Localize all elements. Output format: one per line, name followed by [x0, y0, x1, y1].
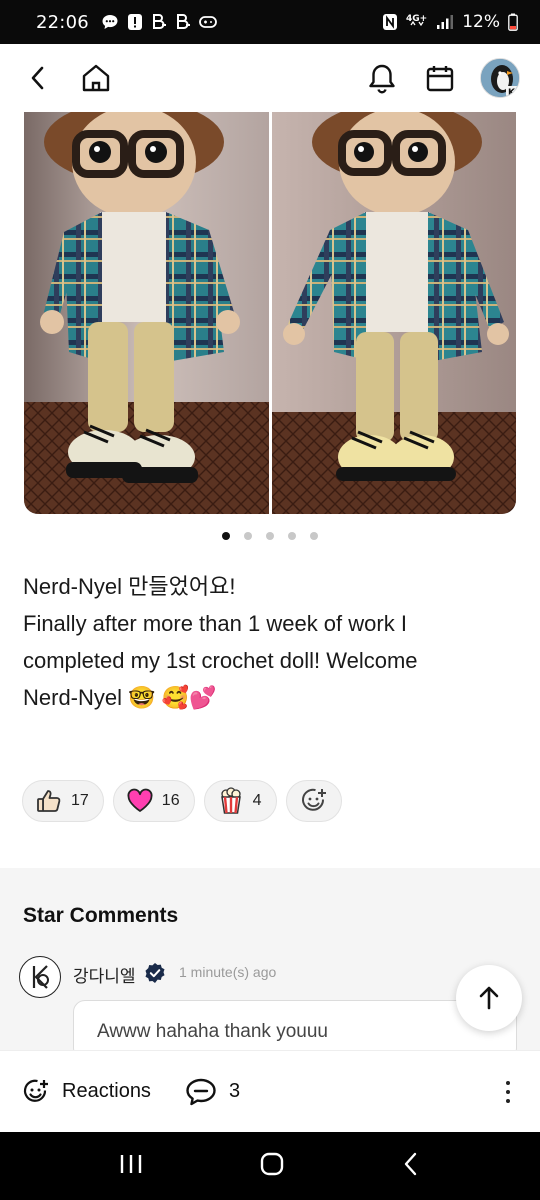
- status-time: 22:06: [36, 11, 89, 33]
- header-actions: K: [364, 58, 520, 98]
- more-options-button[interactable]: [498, 1080, 518, 1103]
- reaction-thumbs-up[interactable]: 17: [22, 780, 104, 822]
- status-right-icons: 4G+ 12%: [382, 12, 518, 32]
- k-logo-icon: [32, 965, 49, 989]
- recents-icon: [120, 1154, 141, 1173]
- battery-icon: [508, 13, 518, 31]
- pagination-dot[interactable]: [244, 532, 252, 540]
- add-reaction-button[interactable]: [285, 780, 342, 822]
- carousel-photo-1[interactable]: [24, 112, 269, 514]
- svg-text:K: K: [508, 88, 516, 98]
- scroll-to-top-button[interactable]: [456, 965, 522, 1031]
- home-nav-button[interactable]: [259, 1151, 285, 1182]
- signal-icon: [436, 14, 454, 30]
- system-nav-bar: [0, 1132, 540, 1200]
- back-nav-button[interactable]: [400, 1151, 422, 1182]
- comment-timestamp: 1 minute(s) ago: [179, 964, 277, 980]
- profile-avatar-image: K: [481, 59, 519, 98]
- heart-icon: [127, 788, 153, 812]
- home-circle-icon: [260, 1152, 284, 1175]
- pagination-dot[interactable]: [310, 532, 318, 540]
- reaction-count: 16: [161, 792, 180, 809]
- star-comments-section: Star Comments 강다니엘 1 minute(s) ago Awww …: [0, 868, 540, 1060]
- comment-avatar[interactable]: [19, 956, 61, 998]
- reactions-button[interactable]: Reactions: [22, 1078, 151, 1106]
- comment-count: 3: [228, 1080, 241, 1102]
- comment-author[interactable]: 강다니엘: [73, 962, 136, 987]
- pagination-dot[interactable]: [288, 532, 296, 540]
- reaction-popcorn[interactable]: 4: [203, 780, 277, 822]
- avatar[interactable]: K: [480, 58, 520, 98]
- back-icon: [31, 66, 44, 90]
- post-line-1: Nerd-Nyel 만들었어요!: [23, 574, 236, 599]
- b-app-icon: [175, 13, 191, 31]
- home-button[interactable]: [78, 60, 114, 96]
- post-line-2: Finally after more than 1 week of work I: [23, 611, 407, 636]
- reaction-heart[interactable]: 16: [112, 780, 195, 822]
- battery-percentage: 12%: [462, 12, 500, 32]
- home-icon: [82, 64, 110, 92]
- post-body: Nerd-Nyel 만들었어요! Finally after more than…: [23, 568, 523, 716]
- pagination-dot[interactable]: [266, 532, 274, 540]
- b-app-icon: [151, 13, 167, 31]
- reactions-label: Reactions: [62, 1080, 151, 1102]
- section-title: Star Comments: [23, 904, 179, 927]
- notifications-button[interactable]: [364, 60, 400, 96]
- app-header: K: [0, 44, 540, 112]
- comment-icon: [186, 1078, 216, 1105]
- chat-bubble-icon: [101, 13, 119, 31]
- reaction-count: 4: [252, 792, 262, 809]
- back-button[interactable]: [20, 60, 56, 96]
- crochet-doll-photo-alt: [272, 112, 516, 514]
- status-left-icons: [101, 13, 217, 31]
- status-bar: 22:06 4G+ 12%: [0, 0, 540, 44]
- calendar-icon: [426, 66, 454, 92]
- add-reaction-icon: [23, 1079, 48, 1102]
- popcorn-icon: [220, 787, 241, 814]
- recent-apps-button[interactable]: [118, 1152, 144, 1181]
- comments-button[interactable]: 3: [185, 1077, 240, 1107]
- pagination-dot-active[interactable]: [222, 532, 230, 540]
- calendar-button[interactable]: [422, 60, 458, 96]
- verified-badge-icon: [144, 962, 166, 989]
- nfc-icon: [382, 13, 398, 31]
- photo-carousel[interactable]: [24, 112, 516, 514]
- crochet-doll-photo: [24, 112, 269, 514]
- back-chevron-icon: [405, 1152, 417, 1175]
- thumbs-up-icon: [37, 790, 61, 812]
- reaction-count: 17: [71, 792, 89, 809]
- more-dot: [506, 1080, 510, 1085]
- bell-icon: [369, 64, 395, 94]
- add-reaction-icon: [301, 788, 326, 811]
- arrow-up-icon: [479, 986, 499, 1010]
- 4g-icon: 4G+: [406, 12, 428, 32]
- reaction-chips: 17 16 4: [22, 780, 342, 822]
- carousel-photo-2[interactable]: [272, 112, 516, 514]
- post-line-4: Nerd-Nyel 🤓 🥰💕: [23, 685, 217, 710]
- more-dot: [506, 1098, 510, 1103]
- post-line-3: completed my 1st crochet doll! Welcome: [23, 648, 418, 673]
- post-action-bar: Reactions 3: [0, 1050, 540, 1132]
- game-controller-icon: [198, 15, 217, 29]
- more-dot: [506, 1089, 510, 1094]
- svg-text:4G+: 4G+: [406, 14, 427, 24]
- alert-icon: [127, 13, 143, 31]
- carousel-pagination: [0, 532, 540, 540]
